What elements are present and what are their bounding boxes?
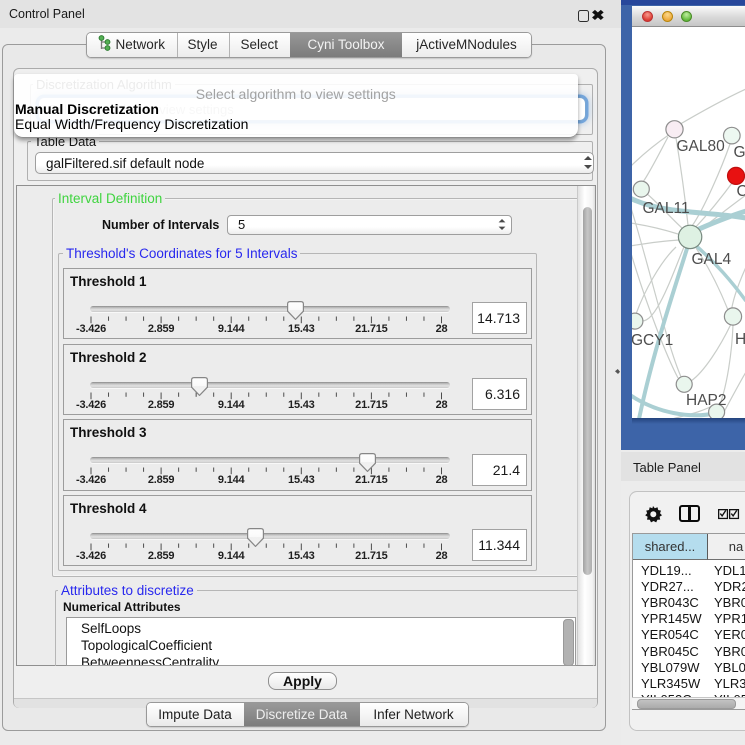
svg-text:GAL80: GAL80 <box>677 138 726 155</box>
svg-text:C: C <box>737 183 745 200</box>
svg-text:HAP2: HAP2 <box>686 392 727 409</box>
svg-text:H: H <box>735 331 745 348</box>
svg-text:GCY1: GCY1 <box>632 332 673 349</box>
svg-text:GAL11: GAL11 <box>643 200 690 217</box>
svg-text:GA: GA <box>734 144 745 161</box>
svg-text:GAL4: GAL4 <box>692 251 732 268</box>
